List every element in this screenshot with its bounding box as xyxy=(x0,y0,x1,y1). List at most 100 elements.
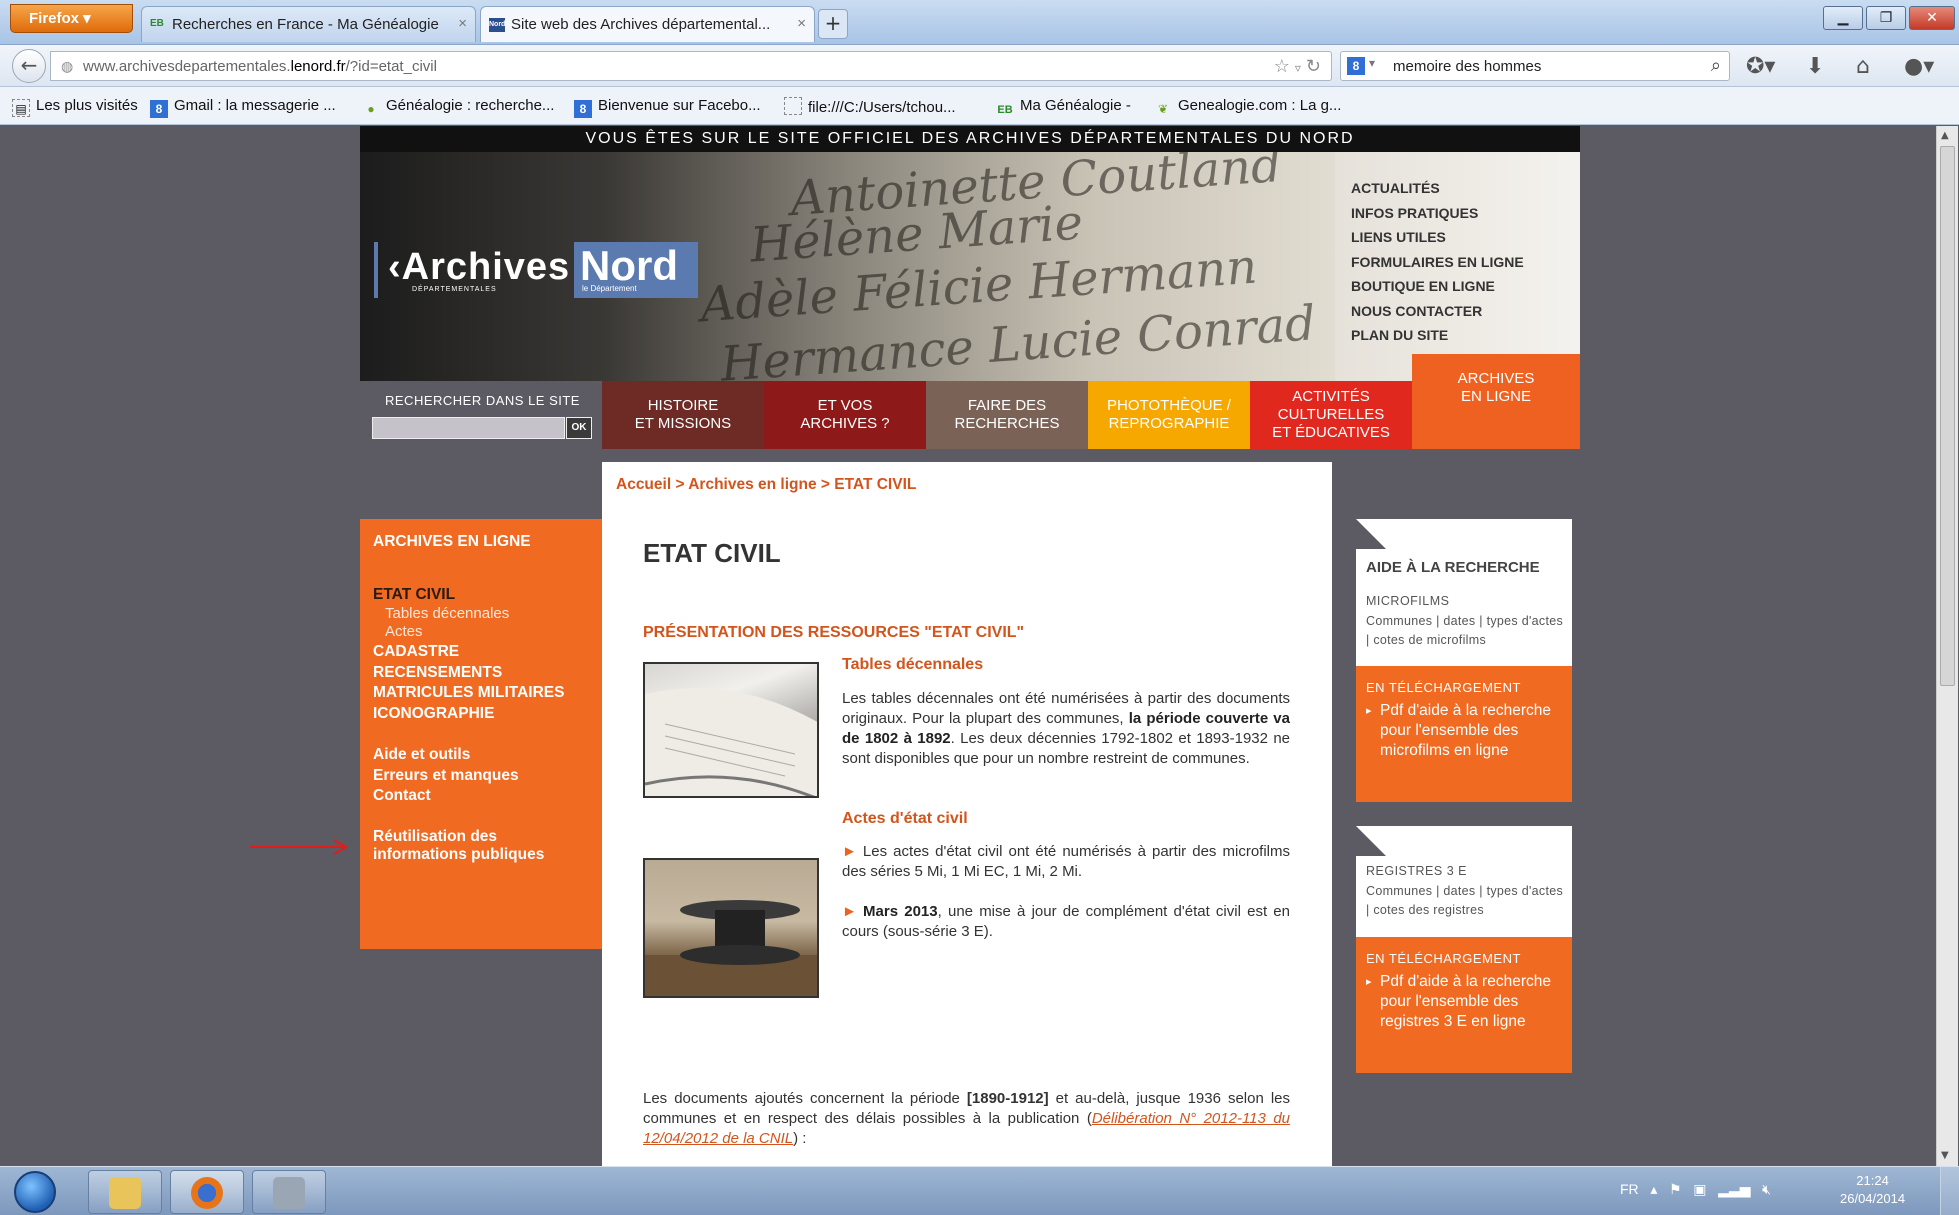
link-actualites[interactable]: ACTUALITÉS xyxy=(1351,180,1524,205)
globe-icon: ◍ xyxy=(61,58,74,74)
corner-notch xyxy=(1356,826,1386,856)
taskbar-app[interactable] xyxy=(252,1170,326,1214)
nav-et-vos-archives[interactable]: ET VOS ARCHIVES ? xyxy=(764,381,926,449)
eb-icon: EB xyxy=(997,104,1013,116)
bookmark-gmail[interactable]: 8 Gmail : la messagerie ... xyxy=(150,97,336,118)
site-search-ok-button[interactable]: OK xyxy=(566,417,592,439)
tab-recherches-en-france[interactable]: EB Recherches en France - Ma Généalogie … xyxy=(141,6,476,42)
sidebar-item-matricules-militaires[interactable]: MATRICULES MILITAIRES xyxy=(373,684,564,702)
start-button[interactable] xyxy=(14,1171,56,1213)
adblock-icon[interactable]: ●▾ xyxy=(1904,54,1934,79)
breadcrumb-separator: > xyxy=(816,476,835,493)
taskbar-explorer[interactable] xyxy=(88,1170,162,1214)
microfilms-download-box[interactable]: EN TÉLÉCHARGEMENT Pdf d'aide à la recher… xyxy=(1356,666,1572,802)
bookmark-local-file[interactable]: file:///C:/Users/tchou... xyxy=(784,97,956,116)
microfilm-reel-illustration xyxy=(645,900,817,996)
home-icon[interactable]: ⌂ xyxy=(1856,54,1870,79)
nav-phototheque[interactable]: PHOTOTHÈQUE / REPROGRAPHIE xyxy=(1088,381,1250,449)
bullet-arrow-icon: ► xyxy=(842,903,857,920)
link-plan-du-site[interactable]: PLAN DU SITE xyxy=(1351,327,1524,352)
close-window-button[interactable]: ✕ xyxy=(1909,6,1955,30)
close-tab-icon[interactable]: × xyxy=(458,15,467,32)
bookmark-les-plus-visites[interactable]: ▤ Les plus visités xyxy=(12,97,138,117)
dropdown-arrow-icon[interactable]: ▿ xyxy=(1295,61,1301,75)
tab-title: Recherches en France - Ma Généalogie xyxy=(172,16,439,33)
back-button[interactable]: ← xyxy=(12,49,46,83)
sidebar-item-tables-decennales[interactable]: Tables décennales xyxy=(385,605,509,622)
breadcrumb-home[interactable]: Accueil xyxy=(616,476,671,493)
link-formulaires[interactable]: FORMULAIRES EN LIGNE xyxy=(1351,254,1524,279)
clock[interactable]: 21:24 26/04/2014 xyxy=(1840,1172,1905,1208)
microfilms-links[interactable]: Communes | dates | types d'actes | cotes… xyxy=(1366,612,1566,650)
firefox-menu-button[interactable]: Firefox ▾ xyxy=(10,4,133,33)
search-icon[interactable]: ⌕ xyxy=(1711,55,1721,76)
language-indicator[interactable]: FR xyxy=(1620,1181,1639,1197)
google-search-engine-icon[interactable]: 8 xyxy=(1347,57,1365,75)
site-search-input[interactable] xyxy=(372,417,565,439)
chevron-down-icon[interactable]: ▾ xyxy=(1369,56,1375,70)
bookmarks-menu-icon[interactable]: ✪▾ xyxy=(1746,54,1775,79)
registres-links[interactable]: Communes | dates | types d'actes | cotes… xyxy=(1366,882,1566,920)
navigation-toolbar: ← ◍ www.archivesdepartementales.lenord.f… xyxy=(0,45,1959,87)
scroll-down-icon[interactable]: ▼ xyxy=(1941,1150,1949,1161)
bookmark-genealogie-com[interactable]: ❦ Genealogie.com : La g... xyxy=(1154,97,1341,118)
minimize-button[interactable]: ▁ xyxy=(1823,6,1863,30)
sidebar-heading-archives-en-ligne[interactable]: ARCHIVES EN LIGNE xyxy=(373,533,531,551)
sidebar-item-iconographie[interactable]: ICONOGRAPHIE xyxy=(373,705,494,723)
download-icon[interactable]: ⬇ xyxy=(1806,54,1824,79)
show-hidden-icons-icon[interactable]: ▴ xyxy=(1650,1181,1657,1197)
sidebar-item-erreurs-et-manques[interactable]: Erreurs et manques xyxy=(373,767,519,785)
sidebar-item-etat-civil[interactable]: ETAT CIVIL xyxy=(373,586,455,604)
sidebar-item-actes[interactable]: Actes xyxy=(385,623,423,640)
nav-activites-culturelles[interactable]: ACTIVITÉS CULTURELLES ET ÉDUCATIVES xyxy=(1250,381,1412,449)
nav-histoire-et-missions[interactable]: HISTOIRE ET MISSIONS xyxy=(602,381,764,449)
close-tab-icon[interactable]: × xyxy=(797,15,806,32)
logo-nord: Nord le Département xyxy=(574,242,698,298)
link-contact[interactable]: NOUS CONTACTER xyxy=(1351,303,1524,328)
left-sidebar-nav: ARCHIVES EN LIGNE ETAT CIVIL Tables déce… xyxy=(360,519,602,949)
search-bar[interactable]: 8 ▾ memoire des hommes ⌕ xyxy=(1340,51,1730,81)
sidebar-item-cadastre[interactable]: CADASTRE xyxy=(373,643,459,661)
logo-chevron-icon: ‹ xyxy=(388,246,402,288)
link-liens-utiles[interactable]: LIENS UTILES xyxy=(1351,229,1524,254)
nav-faire-des-recherches[interactable]: FAIRE DES RECHERCHES xyxy=(926,381,1088,449)
bookmark-facebook[interactable]: 8 Bienvenue sur Facebo... xyxy=(574,97,761,118)
nord-favicon-icon: Nord xyxy=(489,18,505,32)
sidebar-item-reutilisation[interactable]: Réutilisation des informations publiques xyxy=(373,828,544,864)
breadcrumb-section[interactable]: Archives en ligne xyxy=(688,476,816,493)
action-center-flag-icon[interactable]: ⚑ xyxy=(1669,1181,1682,1197)
tables-book-image xyxy=(643,662,819,798)
breadcrumb-current[interactable]: ETAT CIVIL xyxy=(834,476,916,493)
archive-app-icon xyxy=(273,1177,305,1209)
link-boutique[interactable]: BOUTIQUE EN LIGNE xyxy=(1351,278,1524,303)
device-icon[interactable]: ▣ xyxy=(1693,1181,1706,1197)
bookmark-genealogie-recherche[interactable]: ● Généalogie : recherche... xyxy=(362,97,554,118)
sidebar-item-recensements[interactable]: RECENSEMENTS xyxy=(373,664,502,682)
scroll-up-icon[interactable]: ▲ xyxy=(1941,130,1949,141)
microfilms-pdf-link[interactable]: Pdf d'aide à la recherche pour l'ensembl… xyxy=(1366,701,1562,761)
tab-title: Site web des Archives départemental... xyxy=(511,16,771,33)
reload-icon[interactable]: ↻ xyxy=(1306,56,1321,76)
sidebar-item-contact[interactable]: Contact xyxy=(373,787,431,805)
taskbar-firefox[interactable] xyxy=(170,1170,244,1214)
vertical-scrollbar[interactable]: ▲ ▼ xyxy=(1936,126,1958,1166)
tables-decennales-title[interactable]: Tables décennales xyxy=(842,656,983,674)
link-infos-pratiques[interactable]: INFOS PRATIQUES xyxy=(1351,205,1524,230)
bookmark-star-icon[interactable]: ☆ xyxy=(1274,56,1290,76)
tab-archives-departementales[interactable]: Nord Site web des Archives départemental… xyxy=(480,6,815,42)
bullet-arrow-icon: ► xyxy=(842,843,857,860)
actes-etat-civil-title[interactable]: Actes d'état civil xyxy=(842,810,968,828)
maximize-button[interactable]: ❐ xyxy=(1866,6,1906,30)
show-desktop-button[interactable] xyxy=(1940,1167,1959,1215)
volume-muted-icon[interactable]: 🔇︎ xyxy=(1762,1181,1771,1197)
sidebar-item-aide-et-outils[interactable]: Aide et outils xyxy=(373,746,470,764)
network-signal-icon[interactable]: ▂▃▅ xyxy=(1718,1181,1750,1197)
nav-archives-en-ligne[interactable]: ARCHIVES EN LIGNE xyxy=(1412,354,1580,449)
url-bar[interactable]: ◍ www.archivesdepartementales.lenord.fr/… xyxy=(50,51,1332,81)
new-tab-button[interactable]: + xyxy=(818,9,848,39)
registres-pdf-link[interactable]: Pdf d'aide à la recherche pour l'ensembl… xyxy=(1366,972,1562,1032)
scrollbar-thumb[interactable] xyxy=(1940,146,1955,686)
registres-download-box[interactable]: EN TÉLÉCHARGEMENT Pdf d'aide à la recher… xyxy=(1356,937,1572,1073)
main-content: Accueil > Archives en ligne > ETAT CIVIL… xyxy=(602,462,1332,1166)
bookmark-ma-genealogie[interactable]: EB Ma Généalogie - xyxy=(996,97,1131,119)
